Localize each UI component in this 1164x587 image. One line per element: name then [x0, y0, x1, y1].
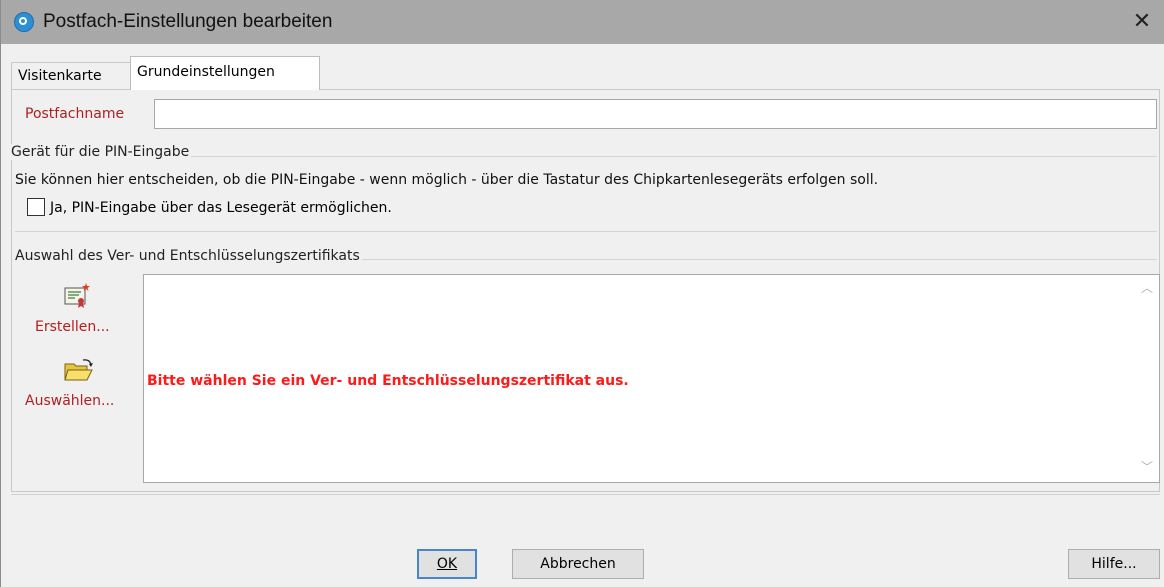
certificate-hint-message: Bitte wählen Sie ein Ver- und Entschlüss… — [147, 373, 629, 389]
certificate-group-legend: Auswahl des Ver- und Entschlüsselungszer… — [15, 248, 362, 264]
scroll-down-icon[interactable]: ﹀ — [1139, 459, 1155, 475]
close-icon[interactable]: ✕ — [1127, 8, 1157, 36]
folder-open-icon[interactable] — [63, 358, 95, 384]
app-logo-icon — [14, 12, 34, 32]
scroll-up-icon[interactable]: ︿ — [1139, 280, 1155, 296]
ok-button[interactable]: OK — [417, 549, 477, 579]
certificate-new-icon[interactable] — [63, 282, 91, 310]
pin-group-legend: Gerät für die PIN-Eingabe — [11, 144, 192, 160]
cancel-button[interactable]: Abbrechen — [512, 549, 644, 579]
pin-description: Sie können hier entscheiden, ob die PIN-… — [15, 172, 879, 188]
tab-grundeinstellungen[interactable]: Grundeinstellungen — [130, 56, 320, 90]
divider — [11, 494, 1160, 495]
help-button-label: Hilfe... — [1091, 556, 1137, 572]
create-certificate-link[interactable]: Erstellen... — [35, 319, 110, 335]
pin-reader-checkbox[interactable] — [27, 198, 45, 216]
select-certificate-link[interactable]: Auswählen... — [25, 393, 114, 409]
tab-visitenkarte[interactable]: Visitenkarte — [11, 62, 131, 89]
help-button[interactable]: Hilfe... — [1068, 549, 1160, 579]
cancel-button-label: Abbrechen — [540, 556, 616, 572]
ok-button-label: OK — [436, 556, 458, 572]
postfachname-input[interactable] — [154, 99, 1157, 129]
pin-device-group — [15, 156, 1157, 232]
pin-reader-checkbox-label[interactable]: Ja, PIN-Eingabe über das Lesegerät ermög… — [50, 200, 392, 216]
postfachname-label: Postfachname — [25, 106, 125, 122]
window-title: Postfach-Einstellungen bearbeiten — [43, 11, 333, 32]
dialog-window: Postfach-Einstellungen bearbeiten ✕ Visi… — [0, 0, 1164, 587]
title-bar: Postfach-Einstellungen bearbeiten ✕ — [1, 0, 1164, 44]
